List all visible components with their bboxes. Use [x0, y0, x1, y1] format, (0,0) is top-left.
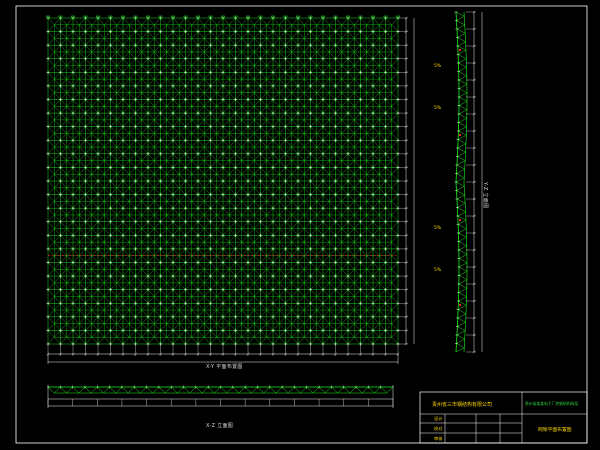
xz-elevation-caption: X-Z 立面图 — [206, 423, 234, 429]
yz-elevation-caption: Y-Z 立面图 — [482, 182, 488, 209]
title-block-row-label: 校对 — [434, 426, 443, 431]
slope-label: 5% — [434, 268, 442, 273]
plan-view-grid — [45, 15, 401, 346]
yz-elevation-truss — [454, 10, 483, 354]
drawing-title: 网架平面布置图 — [538, 428, 572, 433]
drawing-frame — [15, 5, 588, 444]
title-block-row-label: 审核 — [434, 436, 443, 441]
xz-elevation-truss — [47, 385, 394, 408]
plan-view-caption: X-Y 平面布置图 — [206, 364, 243, 370]
slope-label: 5% — [434, 106, 442, 111]
title-block-row-label: 设计 — [434, 416, 443, 421]
slope-label: 5% — [434, 226, 442, 231]
company-name: 贵州省三市钢结构有限公司 — [432, 402, 493, 408]
project-name: 贵州省某某电子厂房钢结构网架 — [525, 401, 579, 406]
title-block — [419, 391, 588, 444]
cad-drawing-canvas — [15, 5, 588, 444]
slope-label: 5% — [434, 64, 442, 69]
